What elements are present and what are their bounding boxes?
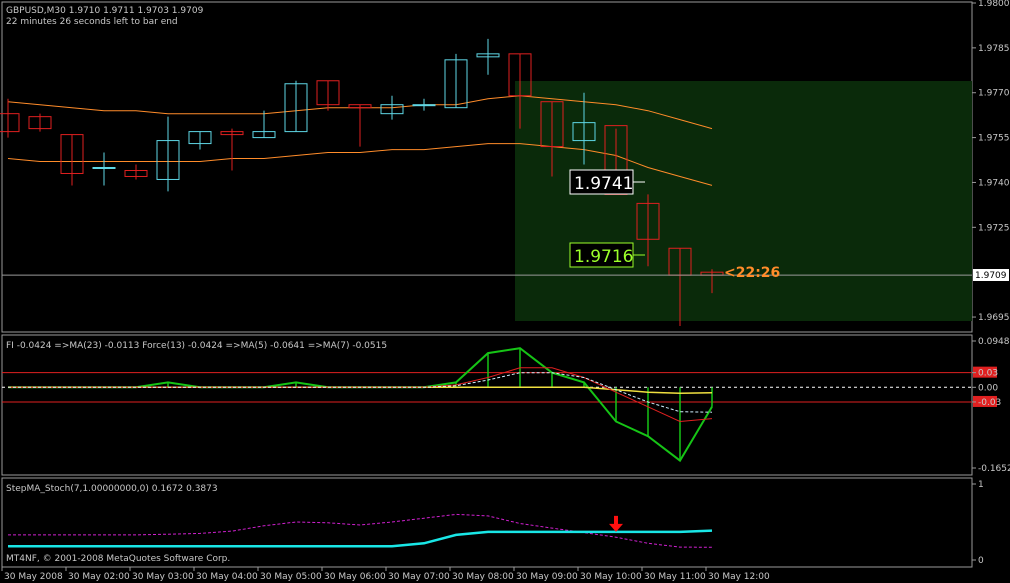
price-tick-label: 1.9755 [978,134,1010,144]
force-panel[interactable] [1,334,973,476]
force-tick-label: 0.0948 [978,337,1010,347]
current-price-tag-text: 1.9709 [975,271,1007,281]
time-tick-label: 30 May 07:00 [388,572,450,582]
stoch-tick-label: 0 [978,556,984,566]
force-tick-label: 0.00 [978,383,998,393]
time-tick-label: 30 May 2008 [4,572,63,582]
time-tick-label: 30 May 11:00 [644,572,706,582]
time-axis: 30 May 2008 30 May 02:00 30 May 03:00 30 Ma… [1,567,770,582]
stoch-header: StepMA_Stoch(7,1.00000000,0) 0.1672 0.38… [6,484,218,494]
copyright-text: MT4NF, © 2001-2008 MetaQuotes Software C… [6,554,230,564]
time-tick-label: 30 May 08:00 [452,572,514,582]
countdown-label: <22:26 [724,265,780,281]
time-tick-label: 30 May 06:00 [324,572,386,582]
price-tick-label: 1.9785 [978,44,1010,54]
force-axis: 0.0948 0.03 0.00 -0.03 -0.1652 [972,337,1010,474]
time-tick-label: 30 May 09:00 [516,572,578,582]
price-tick-label: 1.9725 [978,223,1010,233]
force-tick-label: -0.03 [978,398,1001,408]
price-tick-label: 1.9695 [978,313,1010,323]
stoch-tick-label: 1 [978,480,984,490]
force-header: FI -0.0424 =>MA(23) -0.0113 Force(13) -0… [6,341,387,351]
candle-body [412,104,436,107]
time-tick-label: 30 May 02:00 [68,572,130,582]
force-tick-label: -0.1652 [978,464,1010,474]
force-tick-label: 0.03 [978,369,998,379]
level-label-1-text: 1.9741 [574,174,633,194]
chart-window[interactable]: GBPUSD,M30 1.9710 1.9711 1.9703 1.9709 2… [0,0,1010,583]
level-label-2-text: 1.9716 [574,247,633,267]
time-tick-label: 30 May 10:00 [580,572,642,582]
stoch-axis: 10 [972,480,984,566]
current-price-tag: 1.9709 [973,269,1009,281]
time-tick-label: 30 May 04:00 [196,572,258,582]
main-header: GBPUSD,M30 1.9710 1.9711 1.9703 1.9709 [6,6,204,16]
bar-timer-text: 22 minutes 26 seconds left to bar end [6,17,178,27]
candle-body [92,167,116,169]
time-tick-label: 30 May 03:00 [132,572,194,582]
time-tick-label: 30 May 12:00 [708,572,770,582]
price-tick-label: 1.9740 [978,178,1010,188]
price-tick-label: 1.9770 [978,89,1010,99]
price-tick-label: 1.9800 [978,0,1010,9]
time-tick-label: 30 May 05:00 [260,572,322,582]
